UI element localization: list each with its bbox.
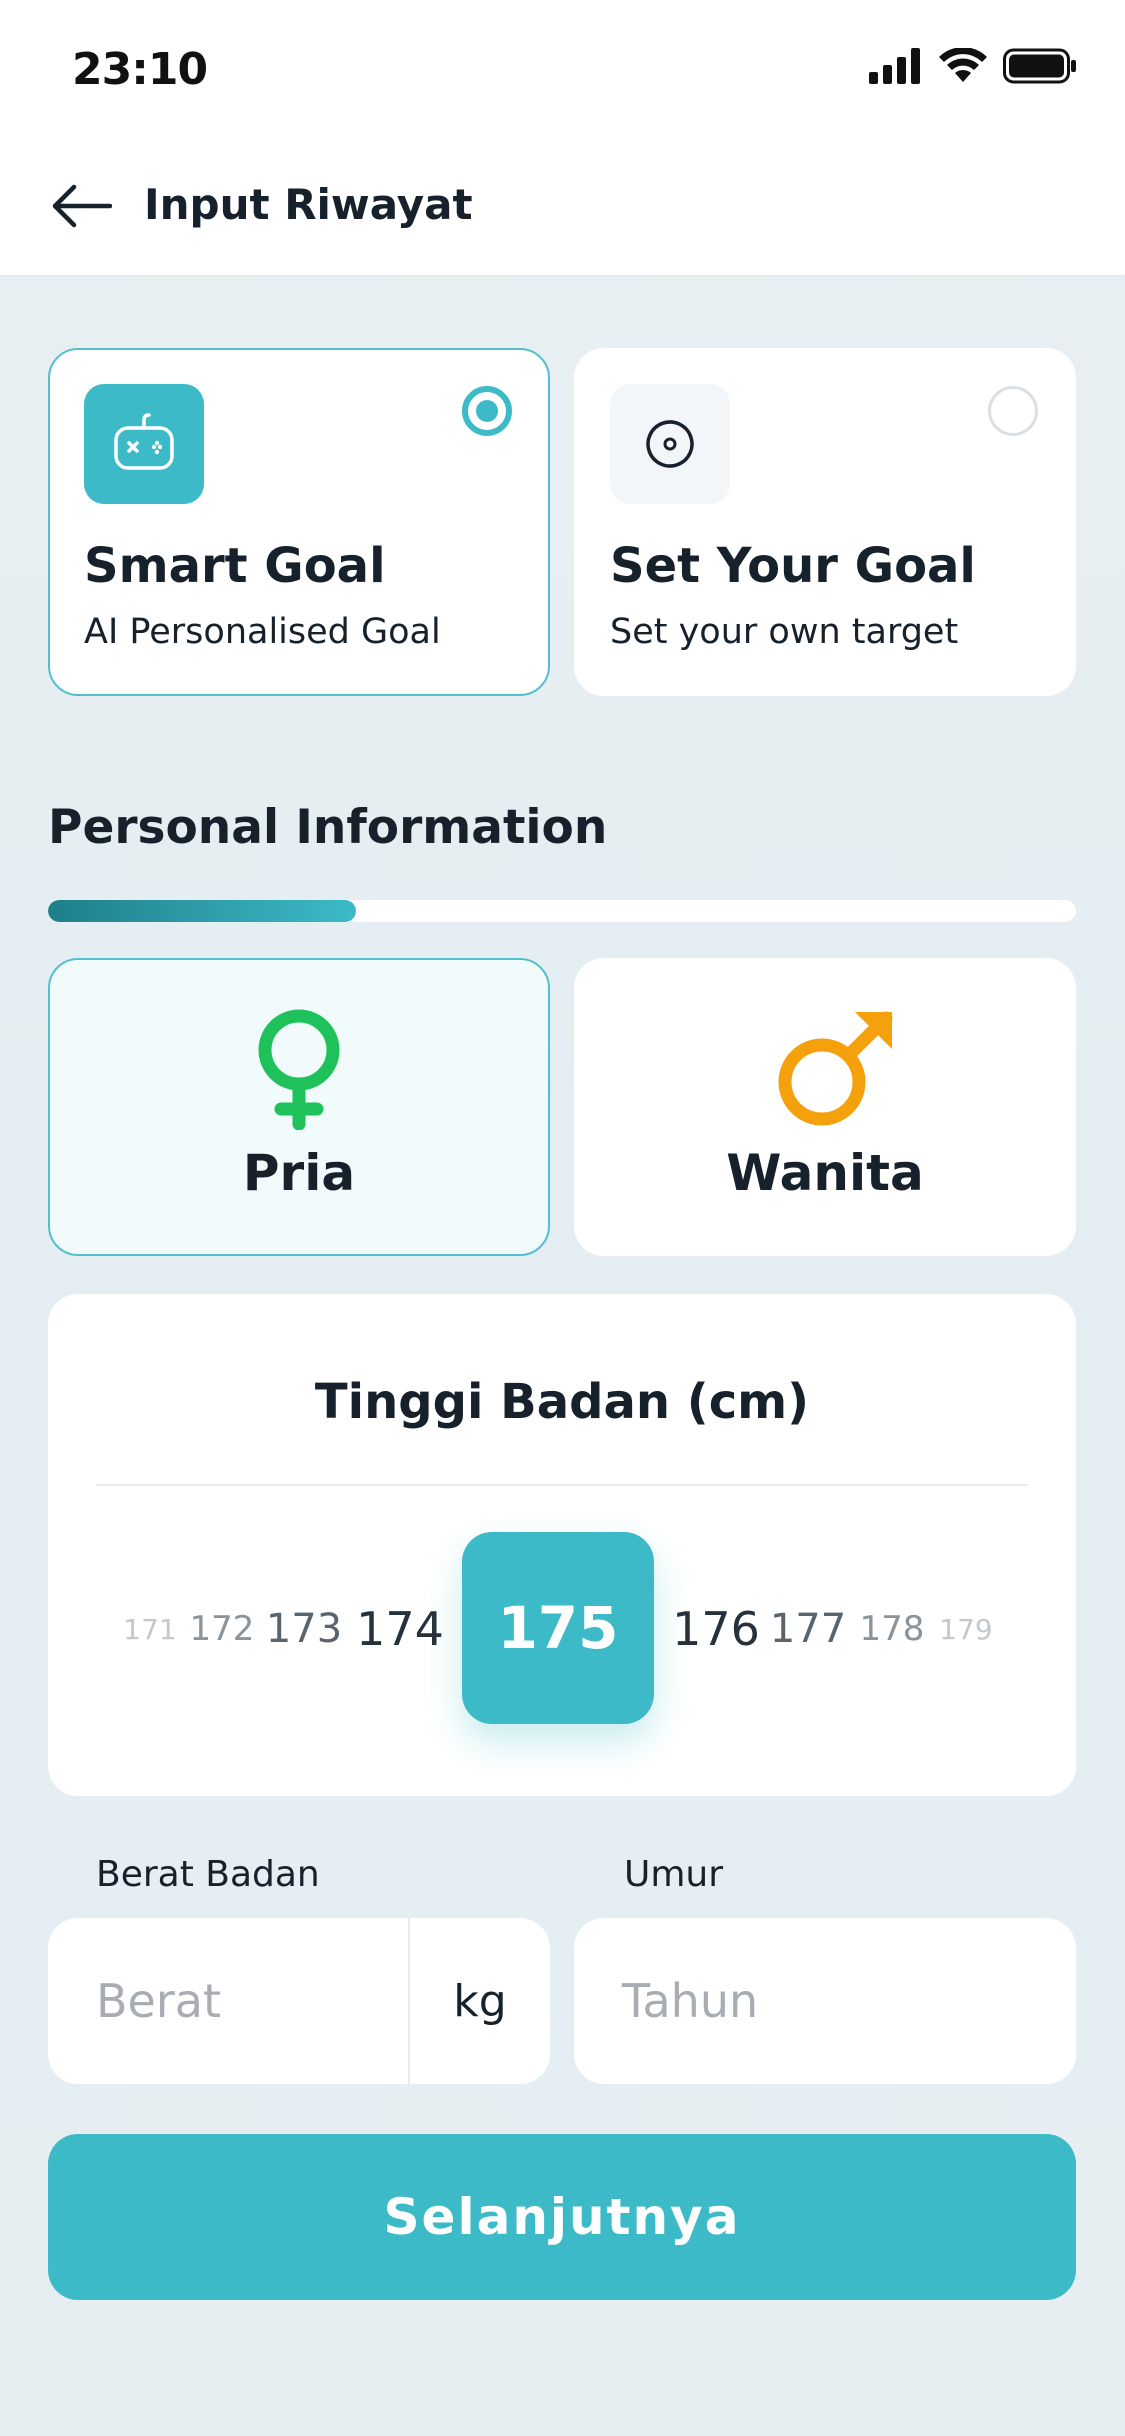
- smart-goal-card[interactable]: Smart Goal AI Personalised Goal: [48, 348, 550, 696]
- height-value-option[interactable]: 171: [123, 1534, 176, 1724]
- next-button[interactable]: Selanjutnya: [48, 2134, 1076, 2300]
- age-field[interactable]: Tahun: [574, 1918, 1076, 2084]
- target-icon: [610, 384, 730, 504]
- male-symbol-icon: [770, 1006, 900, 1140]
- height-value-option[interactable]: 179: [939, 1534, 992, 1724]
- height-ruler[interactable]: 171 172 173 174 175 176 177 178 179: [48, 1532, 1076, 1724]
- section-title: Personal Information: [48, 800, 608, 855]
- progress-fill: [48, 900, 357, 922]
- battery-icon: [1003, 48, 1077, 88]
- height-value-option[interactable]: 172: [190, 1534, 255, 1724]
- goal-subtitle: AI Personalised Goal: [84, 612, 441, 652]
- set-your-goal-card[interactable]: Set Your Goal Set your own target: [574, 348, 1076, 696]
- divider: [96, 1484, 1028, 1486]
- goal-title: Set Your Goal: [610, 538, 976, 594]
- height-value-option[interactable]: 177: [770, 1534, 846, 1724]
- height-selected-value[interactable]: 175: [462, 1532, 654, 1724]
- height-value-option[interactable]: 173: [266, 1534, 342, 1724]
- height-picker-card: Tinggi Badan (cm) 171 172 173 174 175 176 177 1…: [48, 1294, 1076, 1796]
- set-your-goal-radio[interactable]: [988, 386, 1038, 436]
- status-bar: 23:10: [0, 0, 1125, 140]
- female-symbol-icon: [249, 1006, 349, 1134]
- goal-title: Smart Goal: [84, 538, 386, 594]
- goal-subtitle: Set your own target: [610, 612, 959, 652]
- app-header: Input Riwayat: [0, 140, 1125, 276]
- height-value-option[interactable]: 178: [860, 1534, 925, 1724]
- back-button[interactable]: [48, 176, 116, 236]
- gender-option-wanita[interactable]: Wanita: [574, 958, 1076, 1256]
- weight-field[interactable]: Berat kg: [48, 1918, 550, 2084]
- smart-goal-radio[interactable]: [462, 386, 512, 436]
- height-value-option[interactable]: 174: [356, 1534, 444, 1724]
- gender-label: Pria: [242, 1144, 356, 1202]
- age-label: Umur: [624, 1854, 724, 1895]
- page-title: Input Riwayat: [144, 180, 473, 229]
- gamepad-icon: [84, 384, 204, 504]
- age-placeholder: Tahun: [622, 1974, 759, 2028]
- weight-label: Berat Badan: [96, 1854, 320, 1895]
- weight-placeholder: Berat: [96, 1974, 221, 2028]
- gender-option-pria[interactable]: Pria: [48, 958, 550, 1256]
- height-title: Tinggi Badan (cm): [314, 1374, 810, 1430]
- gender-label: Wanita: [726, 1144, 924, 1202]
- progress-bar: [48, 900, 1076, 922]
- arrow-left-icon: [52, 184, 112, 228]
- status-icons: [869, 47, 1077, 88]
- status-time: 23:10: [72, 44, 208, 95]
- signal-icon: [869, 48, 923, 88]
- wifi-icon: [939, 47, 987, 88]
- height-value-option[interactable]: 176: [672, 1534, 760, 1724]
- weight-unit: kg: [453, 1975, 507, 2027]
